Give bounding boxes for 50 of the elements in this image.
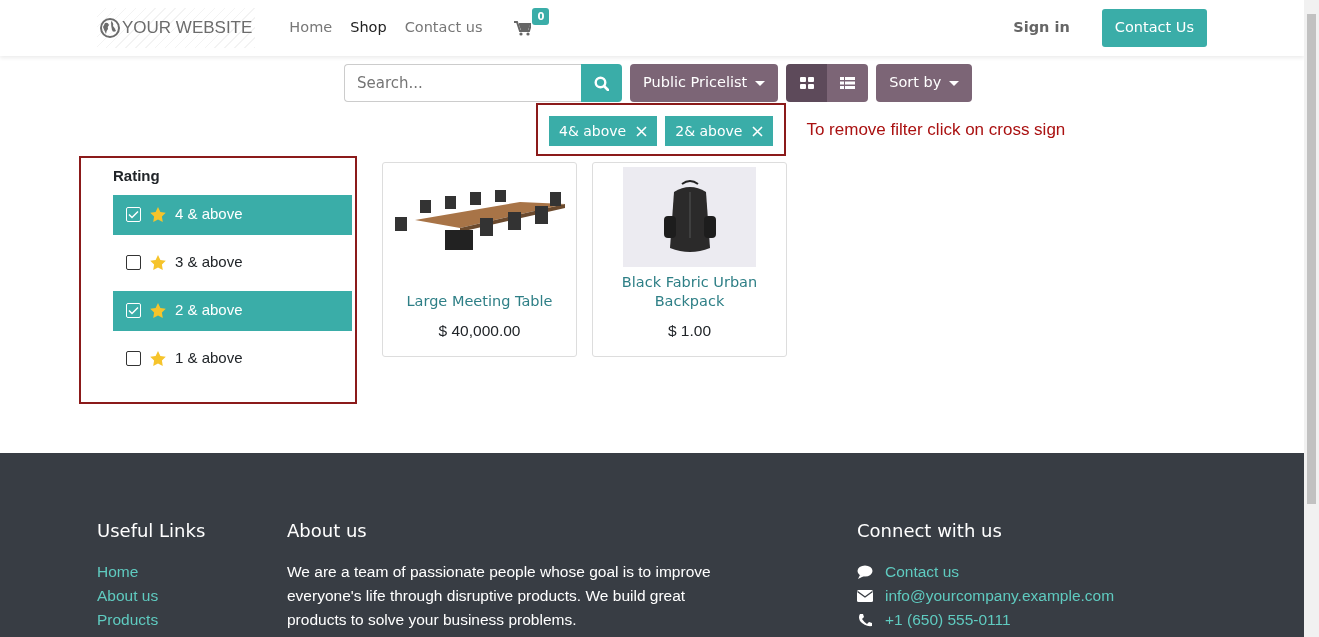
product-card[interactable]: Black Fabric Urban Backpack $ 1.00 <box>592 162 787 357</box>
list-view-button[interactable] <box>827 64 869 102</box>
nav-link[interactable]: Home <box>289 17 333 39</box>
rating-option[interactable]: 3 & above <box>113 242 352 283</box>
star-icon <box>150 255 166 270</box>
logo[interactable]: YOUR WEBSITE <box>97 8 256 48</box>
sort-dropdown[interactable]: Sort by <box>876 64 973 102</box>
close-icon <box>636 125 648 137</box>
globe-icon <box>100 18 120 38</box>
mail-icon <box>857 589 873 603</box>
nav-link[interactable]: Shop <box>350 17 387 39</box>
product-price: $ 1.00 <box>667 320 712 341</box>
footer-link[interactable]: info@yourcompany.example.com <box>885 584 1115 608</box>
sign-in-link[interactable]: Sign in <box>1013 17 1070 39</box>
about-paragraph: We are a team of passionate people whose goal is to improve everyone's life through disruptive products. We build great products to solve your business problems. <box>287 562 712 630</box>
search-field[interactable]: Search... <box>344 64 581 102</box>
product-name-link[interactable]: Large Meeting Table <box>406 291 553 311</box>
cart-count-badge: 0 <box>532 7 550 25</box>
chat-icon <box>857 565 873 579</box>
footer-link[interactable]: +1 (650) 555-0111 <box>885 608 1011 632</box>
grid-view-button[interactable] <box>786 64 828 102</box>
nav-link[interactable]: Contact us <box>404 17 483 39</box>
footer-heading: Connect with us <box>857 519 1003 543</box>
scrollbar[interactable] <box>1304 0 1319 637</box>
search-icon <box>594 75 609 91</box>
footer-link[interactable]: Home <box>97 560 287 584</box>
product-price: $ 40,000.00 <box>438 320 521 341</box>
footer-heading: Useful Links <box>97 519 207 543</box>
grid-icon <box>799 77 814 89</box>
footer-heading: About us <box>287 519 368 543</box>
phone-icon <box>857 613 873 627</box>
pricelist-dropdown[interactable]: Public Pricelist <box>630 64 779 102</box>
filter-heading: Rating <box>113 166 161 186</box>
star-icon <box>150 303 166 318</box>
list-icon <box>840 77 856 89</box>
checkbox[interactable] <box>126 351 141 366</box>
footer-link[interactable]: Products <box>97 608 287 632</box>
rating-option[interactable]: 1 & above <box>113 338 352 379</box>
search-button[interactable] <box>581 64 622 102</box>
star-icon <box>150 207 166 222</box>
product-name-link[interactable]: Black Fabric Urban Backpack <box>597 272 782 311</box>
product-card[interactable]: Large Meeting Table $ 40,000.00 <box>382 162 577 357</box>
logo-text: YOUR WEBSITE <box>122 17 253 40</box>
close-icon <box>752 125 764 137</box>
annotation-text: To remove filter click on cross sign <box>806 118 1066 141</box>
checkbox[interactable] <box>126 255 141 270</box>
footer-link[interactable]: About us <box>97 584 287 608</box>
cart-icon[interactable] <box>514 20 532 36</box>
footer-link[interactable]: Contact us <box>885 560 960 584</box>
star-icon <box>150 351 166 366</box>
